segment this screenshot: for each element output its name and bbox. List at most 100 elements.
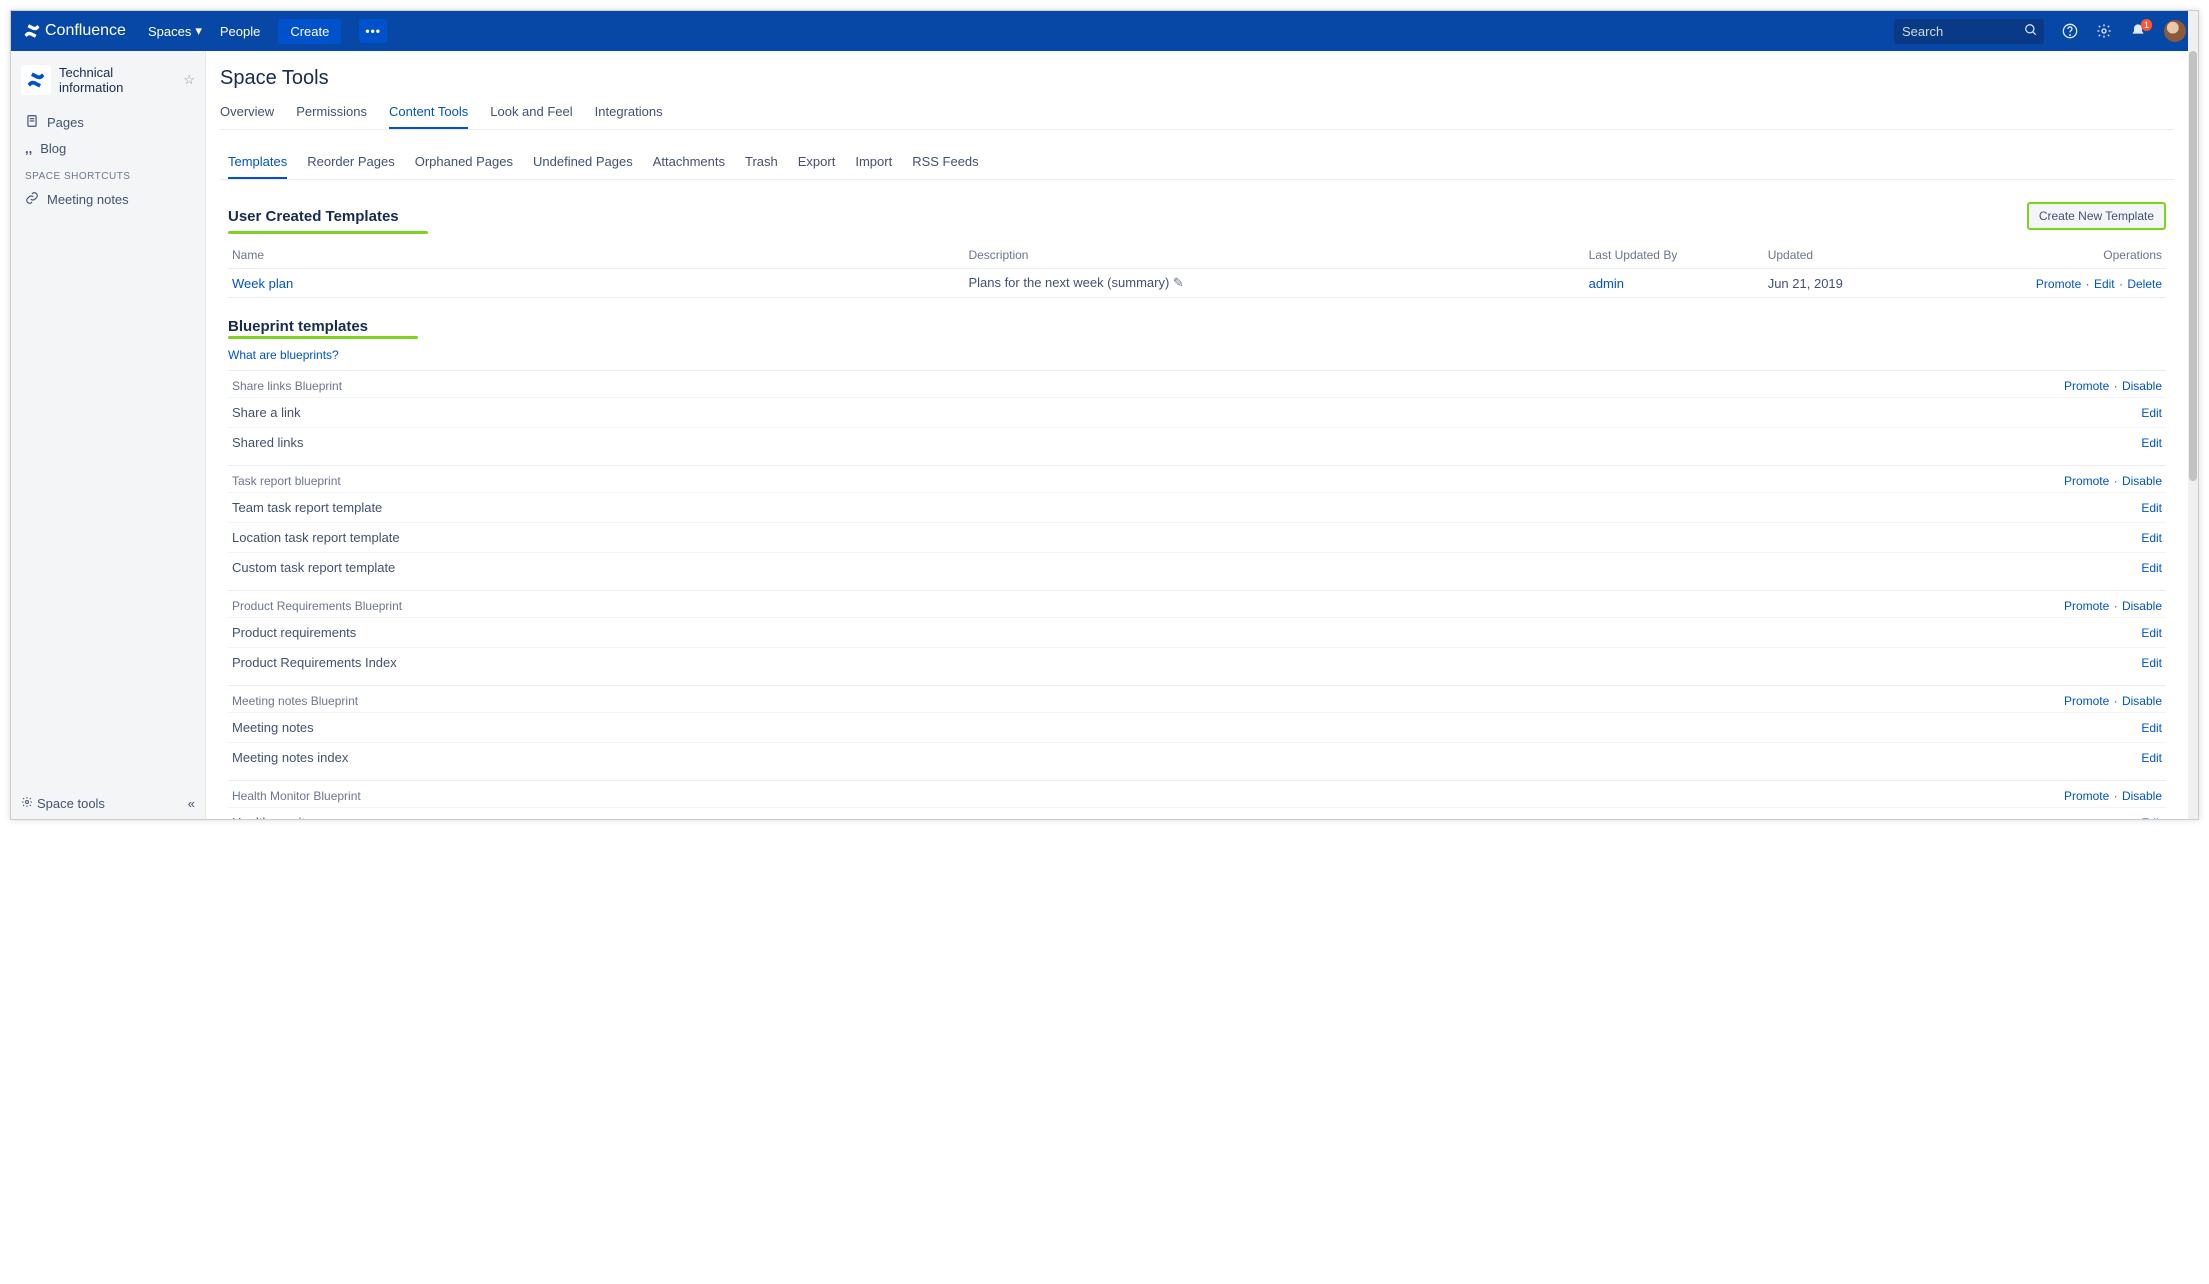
- op-edit[interactable]: Edit: [2141, 626, 2162, 640]
- subtab-orphaned-pages[interactable]: Orphaned Pages: [415, 150, 513, 179]
- chevron-down-icon: ▾: [195, 23, 202, 39]
- sidebar-pages-label: Pages: [47, 115, 84, 130]
- blueprint-row: Share a link Edit: [228, 397, 2166, 427]
- help-icon[interactable]: [2062, 23, 2078, 39]
- subtab-import[interactable]: Import: [855, 150, 892, 179]
- blueprint-name: Custom task report template: [232, 560, 395, 575]
- op-promote[interactable]: Promote: [2064, 379, 2109, 393]
- tab-overview[interactable]: Overview: [220, 98, 274, 129]
- col-description: Description: [964, 242, 1584, 269]
- tab-integrations[interactable]: Integrations: [595, 98, 663, 129]
- subtab-rss-feeds[interactable]: RSS Feeds: [912, 150, 978, 179]
- op-edit[interactable]: Edit: [2141, 721, 2162, 735]
- updated-by-link[interactable]: admin: [1589, 276, 1624, 291]
- star-icon[interactable]: ☆: [183, 72, 195, 88]
- page-icon: [25, 114, 39, 131]
- op-edit[interactable]: Edit: [2141, 816, 2162, 819]
- user-templates-heading: User Created Templates: [228, 208, 399, 225]
- op-edit[interactable]: Edit: [2141, 656, 2162, 670]
- search-icon[interactable]: [2024, 23, 2038, 40]
- search-input[interactable]: [1894, 19, 2024, 44]
- create-button[interactable]: Create: [278, 19, 341, 44]
- op-disable[interactable]: Disable: [2122, 474, 2162, 488]
- link-icon: [25, 191, 39, 208]
- ellipsis-icon: •••: [365, 24, 381, 38]
- blueprint-name: Share a link: [232, 405, 301, 420]
- page-title: Space Tools: [220, 67, 2174, 90]
- tab-look-and-feel[interactable]: Look and Feel: [490, 98, 572, 129]
- confluence-icon: [23, 22, 41, 40]
- sidebar-pages[interactable]: Pages: [21, 109, 195, 136]
- template-desc: Plans for the next week (summary) ✎: [964, 269, 1584, 298]
- blueprint-name: Product Requirements Index: [232, 655, 397, 670]
- group-title: Product Requirements Blueprint: [232, 599, 402, 613]
- brand-text: Confluence: [45, 22, 126, 40]
- template-name-link[interactable]: Week plan: [232, 276, 293, 291]
- group-title: Health Monitor Blueprint: [232, 789, 361, 803]
- create-new-template-button[interactable]: Create New Template: [2027, 202, 2166, 230]
- what-are-blueprints-link[interactable]: What are blueprints?: [228, 348, 339, 362]
- nav-spaces[interactable]: Spaces ▾: [148, 23, 202, 39]
- pencil-icon[interactable]: ✎: [1173, 275, 1184, 290]
- subtab-export[interactable]: Export: [798, 150, 836, 179]
- sidebar-blog-label: Blog: [40, 141, 66, 156]
- tab-permissions[interactable]: Permissions: [296, 98, 367, 129]
- search-wrap: [1894, 19, 2044, 44]
- group-title: Share links Blueprint: [232, 379, 342, 393]
- space-name[interactable]: Technical information: [59, 65, 175, 95]
- blueprint-group-head: Task report blueprintPromote · Disable: [228, 465, 2166, 492]
- op-edit[interactable]: Edit: [2141, 501, 2162, 515]
- op-edit[interactable]: Edit: [2141, 561, 2162, 575]
- blueprint-row: Product requirements Edit: [228, 617, 2166, 647]
- space-tools-link[interactable]: Space tools: [21, 796, 105, 811]
- gear-icon[interactable]: [2096, 23, 2112, 39]
- op-disable[interactable]: Disable: [2122, 599, 2162, 613]
- col-operations: Operations: [1918, 242, 2166, 269]
- sidebar-blog[interactable]: ,, Blog: [21, 136, 195, 161]
- blueprint-group-head: Product Requirements BlueprintPromote · …: [228, 590, 2166, 617]
- collapse-icon[interactable]: «: [188, 796, 195, 811]
- subtab-attachments[interactable]: Attachments: [653, 150, 725, 179]
- op-promote[interactable]: Promote: [2064, 789, 2109, 803]
- space-tools-label: Space tools: [37, 796, 105, 811]
- nav-people[interactable]: People: [220, 24, 260, 39]
- more-button[interactable]: •••: [359, 19, 387, 43]
- notification-icon[interactable]: 1: [2130, 23, 2146, 39]
- blueprint-row: Meeting notesEdit: [228, 712, 2166, 742]
- brand[interactable]: Confluence: [23, 22, 126, 40]
- blueprint-name: Meeting notes index: [232, 750, 348, 765]
- op-promote[interactable]: Promote: [2064, 599, 2109, 613]
- op-disable[interactable]: Disable: [2122, 379, 2162, 393]
- sidebar-meeting-notes[interactable]: Meeting notes: [21, 186, 195, 213]
- sidebar-shortcuts-head: SPACE SHORTCUTS: [25, 171, 191, 182]
- op-promote[interactable]: Promote: [2036, 277, 2081, 291]
- subtab-undefined-pages[interactable]: Undefined Pages: [533, 150, 633, 179]
- annotation-underline: [228, 231, 428, 234]
- nav-spaces-label: Spaces: [148, 24, 191, 39]
- tab-content-tools[interactable]: Content Tools: [389, 98, 468, 129]
- op-edit[interactable]: Edit: [2141, 436, 2162, 450]
- updated-date: Jun 21, 2019: [1764, 269, 1918, 298]
- sidebar-meeting-notes-label: Meeting notes: [47, 192, 129, 207]
- subtab-reorder-pages[interactable]: Reorder Pages: [307, 150, 394, 179]
- op-promote[interactable]: Promote: [2064, 694, 2109, 708]
- op-edit[interactable]: Edit: [2094, 277, 2115, 291]
- top-nav: Confluence Spaces ▾ People Create •••: [11, 11, 2198, 51]
- blueprint-name: Product requirements: [232, 625, 356, 640]
- blueprint-group-head: Share links BlueprintPromote · Disable: [228, 370, 2166, 397]
- group-title: Meeting notes Blueprint: [232, 694, 358, 708]
- op-edit[interactable]: Edit: [2141, 406, 2162, 420]
- blueprint-name: Health monitor: [232, 815, 317, 819]
- op-promote[interactable]: Promote: [2064, 474, 2109, 488]
- op-disable[interactable]: Disable: [2122, 694, 2162, 708]
- subtab-templates[interactable]: Templates: [228, 150, 287, 179]
- create-button-label: Create: [290, 24, 329, 39]
- avatar[interactable]: [2164, 20, 2186, 42]
- create-new-template-label: Create New Template: [2039, 209, 2154, 223]
- subtab-trash[interactable]: Trash: [745, 150, 778, 179]
- op-delete[interactable]: Delete: [2127, 277, 2162, 291]
- op-edit[interactable]: Edit: [2141, 531, 2162, 545]
- op-disable[interactable]: Disable: [2122, 789, 2162, 803]
- op-edit[interactable]: Edit: [2141, 751, 2162, 765]
- blueprint-row: Team task report templateEdit: [228, 492, 2166, 522]
